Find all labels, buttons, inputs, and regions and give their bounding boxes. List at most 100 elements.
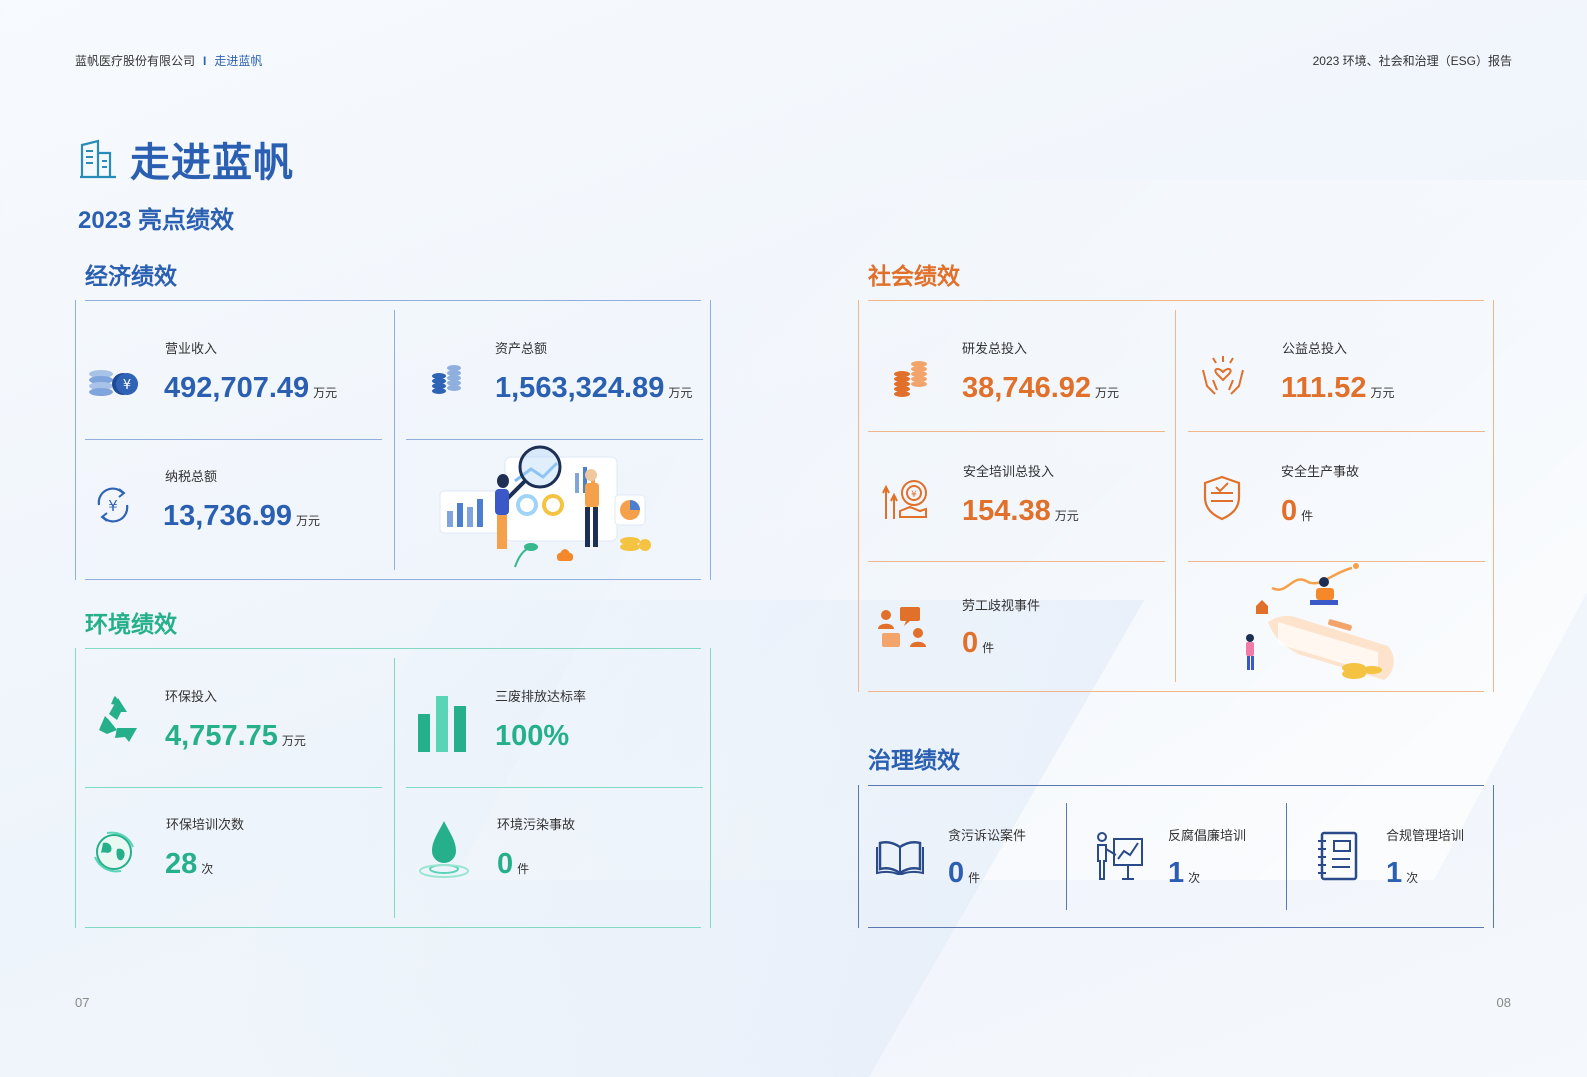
governance-panel: 贪污诉讼案件 0件 反腐倡廉培训 1次 合规管理培训 1次 (858, 785, 1494, 928)
value-unit: 万元 (313, 386, 338, 400)
value-unit: 次 (1406, 871, 1419, 885)
yuan-cycle-icon: ¥ (97, 487, 129, 523)
divider (406, 439, 703, 440)
stat-tax: ¥ 纳税总额 13,736.99 万元 (75, 439, 394, 580)
value-number: 0 (962, 627, 979, 659)
stat-label: 反腐倡廉培训 (1168, 828, 1247, 843)
stat-label: 合规管理培训 (1386, 828, 1465, 843)
stat-label: 安全生产事故 (1281, 464, 1360, 479)
value-unit: 件 (1301, 509, 1314, 523)
stat-value: 111.52 万元 (1281, 372, 1395, 405)
stat-value: 13,736.99 万元 (163, 500, 320, 533)
environment-panel: 环保投入 4,757.75 万元 三废排放达标率 100% 环保培训次数 28 次 … (75, 648, 711, 928)
stat-value: 4,757.75 万元 (165, 720, 306, 753)
people-chat-icon (878, 607, 926, 647)
page-title: 走进蓝帆 (78, 130, 294, 188)
training-investment-icon: ¥ (882, 480, 927, 519)
stat-corruption-cases: 贪污诉讼案件 0件 (858, 785, 1066, 928)
stat-labor-discrimination: 劳工歧视事件 0件 (858, 561, 1175, 692)
stat-total-assets: 资产总额 1,563,324.89 万元 (394, 300, 711, 439)
coin-stacks-icon (432, 365, 461, 394)
value-unit: 万元 (1054, 509, 1079, 523)
header-section: 走进蓝帆 (214, 54, 263, 68)
stat-rd-investment: 研发总投入 38,746.92 万元 (858, 300, 1175, 431)
data-analysis-illustration (439, 445, 651, 568)
stat-value: 1次 (1386, 857, 1418, 890)
stat-pollution-incidents: 环境污染事故 0件 (394, 787, 711, 928)
social-panel: 研发总投入 38,746.92 万元 公益总投入 111.52 万元 ¥ 安全培训总… (858, 300, 1494, 692)
value-unit: 件 (517, 862, 530, 876)
value-number: 0 (948, 857, 965, 889)
stat-label: 环境污染事故 (497, 817, 576, 832)
value-unit: 件 (982, 641, 995, 655)
stat-compliance-training: 合规管理培训 1次 (1286, 785, 1494, 928)
stat-env-investment: 环保投入 4,757.75 万元 (75, 648, 394, 787)
stat-value: 38,746.92 万元 (962, 372, 1119, 405)
value-number: 154.38 (962, 495, 1051, 527)
company-name: 蓝帆医疗股份有限公司 (75, 54, 196, 68)
value-number: 0 (1281, 495, 1298, 527)
coin-stacks-icon (894, 361, 927, 397)
svg-text:¥: ¥ (108, 497, 118, 515)
stat-label: 研发总投入 (962, 341, 1028, 356)
recycle-icon (99, 696, 137, 742)
economic-title: 经济绩效 (85, 263, 177, 289)
stat-env-training: 环保培训次数 28 次 (75, 787, 394, 928)
value-number: 492,707.49 (164, 372, 310, 404)
value-number: 28 (165, 848, 198, 880)
globe-icon (94, 831, 134, 873)
stat-label: 纳税总额 (165, 469, 218, 484)
svg-text:¥: ¥ (911, 490, 917, 500)
page-title-text: 走进蓝帆 (130, 141, 294, 185)
value-unit: 次 (201, 862, 214, 876)
open-book-icon (876, 840, 924, 875)
presenter-board-icon (1097, 832, 1143, 880)
stat-waste-compliance: 三废排放达标率 100% (394, 648, 711, 787)
value-unit: 万元 (1370, 386, 1395, 400)
header-separator: I (203, 53, 207, 68)
stat-label: 营业收入 (165, 341, 218, 356)
value-number: 38,746.92 (962, 372, 1092, 404)
economic-panel: ¥ 营业收入 492,707.49 万元 资产总额 1,563,324.89 万元 … (75, 300, 711, 580)
coins-yuan-icon: ¥ (89, 370, 138, 396)
value-number: 100% (495, 720, 570, 752)
stat-value: 100% (495, 720, 573, 753)
subtitle: 2023 亮点绩效 (78, 207, 235, 234)
stat-label: 环保投入 (165, 689, 218, 704)
bar-chart-icon (418, 696, 466, 752)
value-unit: 次 (1188, 871, 1201, 885)
stat-value: 0件 (962, 627, 994, 660)
value-number: 0 (497, 848, 514, 880)
value-unit: 件 (968, 871, 981, 885)
value-number: 111.52 (1281, 372, 1367, 404)
stat-revenue: ¥ 营业收入 492,707.49 万元 (75, 300, 394, 439)
stat-value: 1次 (1168, 857, 1200, 890)
value-number: 1 (1386, 857, 1403, 889)
stat-label: 公益总投入 (1282, 341, 1348, 356)
stat-value: 0件 (1281, 495, 1313, 528)
stat-label: 劳工歧视事件 (962, 598, 1041, 613)
value-number: 1,563,324.89 (495, 372, 665, 404)
shield-check-icon (1203, 475, 1241, 521)
value-unit: 万元 (281, 734, 306, 748)
stat-value: 154.38 万元 (962, 495, 1079, 528)
stat-value: 0件 (497, 848, 529, 881)
notebook-icon (1318, 831, 1358, 881)
stat-value: 1,563,324.89 万元 (495, 372, 692, 405)
stat-value: 28 次 (165, 848, 213, 881)
value-unit: 万元 (296, 514, 321, 528)
water-drop-icon (419, 821, 469, 878)
value-number: 4,757.75 (165, 720, 278, 752)
building-icon (80, 139, 116, 179)
value-unit: 万元 (1095, 386, 1120, 400)
growth-scroll-illustration (1246, 563, 1394, 680)
stat-value: 492,707.49 万元 (164, 372, 337, 405)
governance-title: 治理绩效 (868, 747, 960, 773)
report-name: 2023 环境、社会和治理（ESG）报告 (1312, 54, 1512, 68)
stat-label: 环保培训次数 (166, 817, 245, 832)
stat-safety-accidents: 安全生产事故 0件 (1175, 431, 1494, 561)
value-unit: 万元 (668, 386, 693, 400)
social-title: 社会绩效 (868, 263, 960, 289)
stat-anticorruption-training: 反腐倡廉培训 1次 (1066, 785, 1286, 928)
stat-value: 0件 (948, 857, 980, 890)
